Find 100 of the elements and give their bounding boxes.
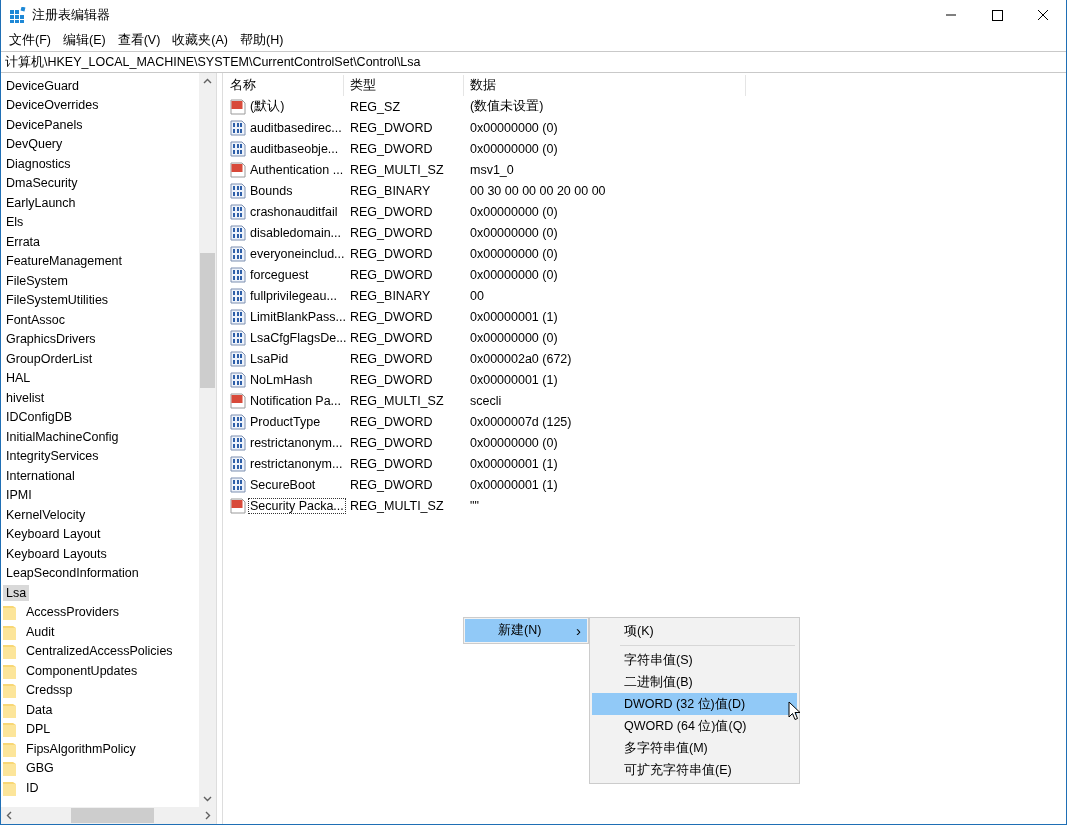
string-value-icon [230,98,246,115]
tree-item[interactable]: LeapSecondInformation [3,565,142,582]
scrollbar-thumb[interactable] [200,253,215,388]
value-data: 0x00000000 (0) [469,225,559,240]
menu-item[interactable]: DWORD (32 位)值(D) [592,693,797,715]
tree-item[interactable]: DeviceOverrides [3,97,102,114]
value-data: (数值未设置) [469,98,545,115]
tree-item[interactable]: FontAssoc [3,311,69,328]
column-header[interactable]: 类型 [344,75,464,96]
tree-item[interactable]: FipsAlgorithmPolicy [23,740,139,757]
tree-item[interactable]: hivelist [3,389,48,406]
value-type: REG_DWORD [349,246,434,261]
menu-item[interactable]: 文件(F) [3,31,57,49]
menu-item[interactable]: 查看(V) [111,31,167,49]
value-name[interactable]: Bounds [248,182,295,199]
menu-item[interactable]: 新建(N) › [465,619,587,642]
menu-item[interactable]: 二进制值(B) [592,671,797,693]
tree-item[interactable]: ID [23,779,42,796]
tree-item[interactable]: IPMI [3,487,35,504]
tree-item[interactable]: KernelVelocity [3,506,89,523]
binary-value-icon [230,371,246,388]
tree-item[interactable]: International [3,467,78,484]
menu-item[interactable]: 字符串值(S) [592,649,797,671]
binary-value-icon [230,245,246,262]
value-name[interactable]: restrictanonym... [248,455,345,472]
value-name[interactable]: NoLmHash [248,371,315,388]
value-type: REG_DWORD [349,372,434,387]
tree-item[interactable]: Credssp [23,682,76,699]
value-data: 0x00000001 (1) [469,309,559,324]
scrollbar[interactable] [1,807,216,824]
menu-item[interactable]: QWORD (64 位)值(Q) [592,715,797,737]
tree-item[interactable]: IDConfigDB [3,409,75,426]
tree-item[interactable]: FileSystemUtilities [3,292,112,309]
folder-icon [3,604,17,621]
menu-item[interactable]: 可扩充字符串值(E) [592,759,797,781]
tree-item[interactable]: ComponentUpdates [23,662,141,679]
value-name[interactable]: disabledomain... [248,224,344,241]
tree-item[interactable]: Keyboard Layout [3,526,104,543]
tree-item[interactable]: CentralizedAccessPolicies [23,643,176,660]
tree-item[interactable]: DmaSecurity [3,175,81,192]
value-name[interactable]: forceguest [248,266,311,283]
value-name[interactable]: LimitBlankPass... [248,308,348,325]
tree-item[interactable]: Diagnostics [3,155,74,172]
tree-item[interactable]: HAL [3,370,34,387]
value-data: 0x000002a0 (672) [469,351,573,366]
value-name[interactable]: Authentication ... [248,161,346,178]
tree-item[interactable]: Keyboard Layouts [3,545,110,562]
value-name[interactable]: Notification Pa... [248,392,343,409]
tree-item[interactable]: EarlyLaunch [3,194,79,211]
binary-value-icon [230,287,246,304]
mouse-cursor-icon [788,701,801,721]
value-name[interactable]: LsaPid [248,350,291,367]
value-name[interactable]: Security Packa... [248,497,346,514]
menu-item[interactable]: 编辑(E) [56,31,112,49]
menu-item[interactable]: 收藏夹(A) [166,31,234,49]
menu-item[interactable]: 项(K) [592,620,797,642]
tree-item[interactable]: AccessProviders [23,604,123,621]
column-header[interactable]: 数据 [464,75,746,96]
tree-item[interactable]: DevQuery [3,136,66,153]
tree-item[interactable]: DevicePanels [3,116,86,133]
value-name[interactable]: ProductType [248,413,323,430]
value-data: 0x00000000 (0) [469,141,559,156]
tree-item[interactable]: DPL [23,721,54,738]
folder-icon [3,682,17,699]
scrollbar[interactable] [199,73,216,807]
tree-item[interactable]: GroupOrderList [3,350,96,367]
tree-item[interactable]: Lsa [3,584,30,601]
value-name[interactable]: (默认) [248,97,287,116]
window-title: 注册表编辑器 [32,6,110,24]
menu-item[interactable]: 多字符串值(M) [592,737,797,759]
menu-item[interactable]: 帮助(H) [234,31,290,49]
value-type: REG_DWORD [349,414,434,429]
tree-item[interactable]: IntegrityServices [3,448,102,465]
scrollbar-thumb[interactable] [71,808,154,823]
value-data: 0x00000000 (0) [469,246,559,261]
value-type: REG_DWORD [349,267,434,282]
tree-item[interactable]: Errata [3,233,44,250]
tree-item[interactable]: Audit [23,623,58,640]
tree-item[interactable]: GraphicsDrivers [3,331,99,348]
value-name[interactable]: LsaCfgFlagsDe... [248,329,349,346]
value-type: REG_DWORD [349,141,434,156]
value-name[interactable]: crashonauditfail [248,203,340,220]
tree-item[interactable]: FileSystem [3,272,71,289]
tree-item[interactable]: FeatureManagement [3,253,126,270]
binary-value-icon [230,266,246,283]
tree-item[interactable]: GBG [23,760,57,777]
column-header[interactable]: 名称 [224,75,344,96]
tree-item[interactable]: InitialMachineConfig [3,428,122,445]
value-name[interactable]: auditbasedirec... [248,119,344,136]
value-name[interactable]: restrictanonym... [248,434,345,451]
value-name[interactable]: auditbaseobje... [248,140,341,157]
address-bar[interactable]: 计算机\HKEY_LOCAL_MACHINE\SYSTEM\CurrentControlSet\Control\Lsa [1,51,1066,73]
value-name[interactable]: everyoneinclud... [248,245,347,262]
value-name[interactable]: SecureBoot [248,476,318,493]
value-type: REG_DWORD [349,225,434,240]
tree-item[interactable]: DeviceGuard [3,77,82,94]
value-type: REG_DWORD [349,351,434,366]
tree-item[interactable]: Els [3,214,27,231]
tree-item[interactable]: Data [23,701,56,718]
value-name[interactable]: fullprivilegeau... [248,287,339,304]
